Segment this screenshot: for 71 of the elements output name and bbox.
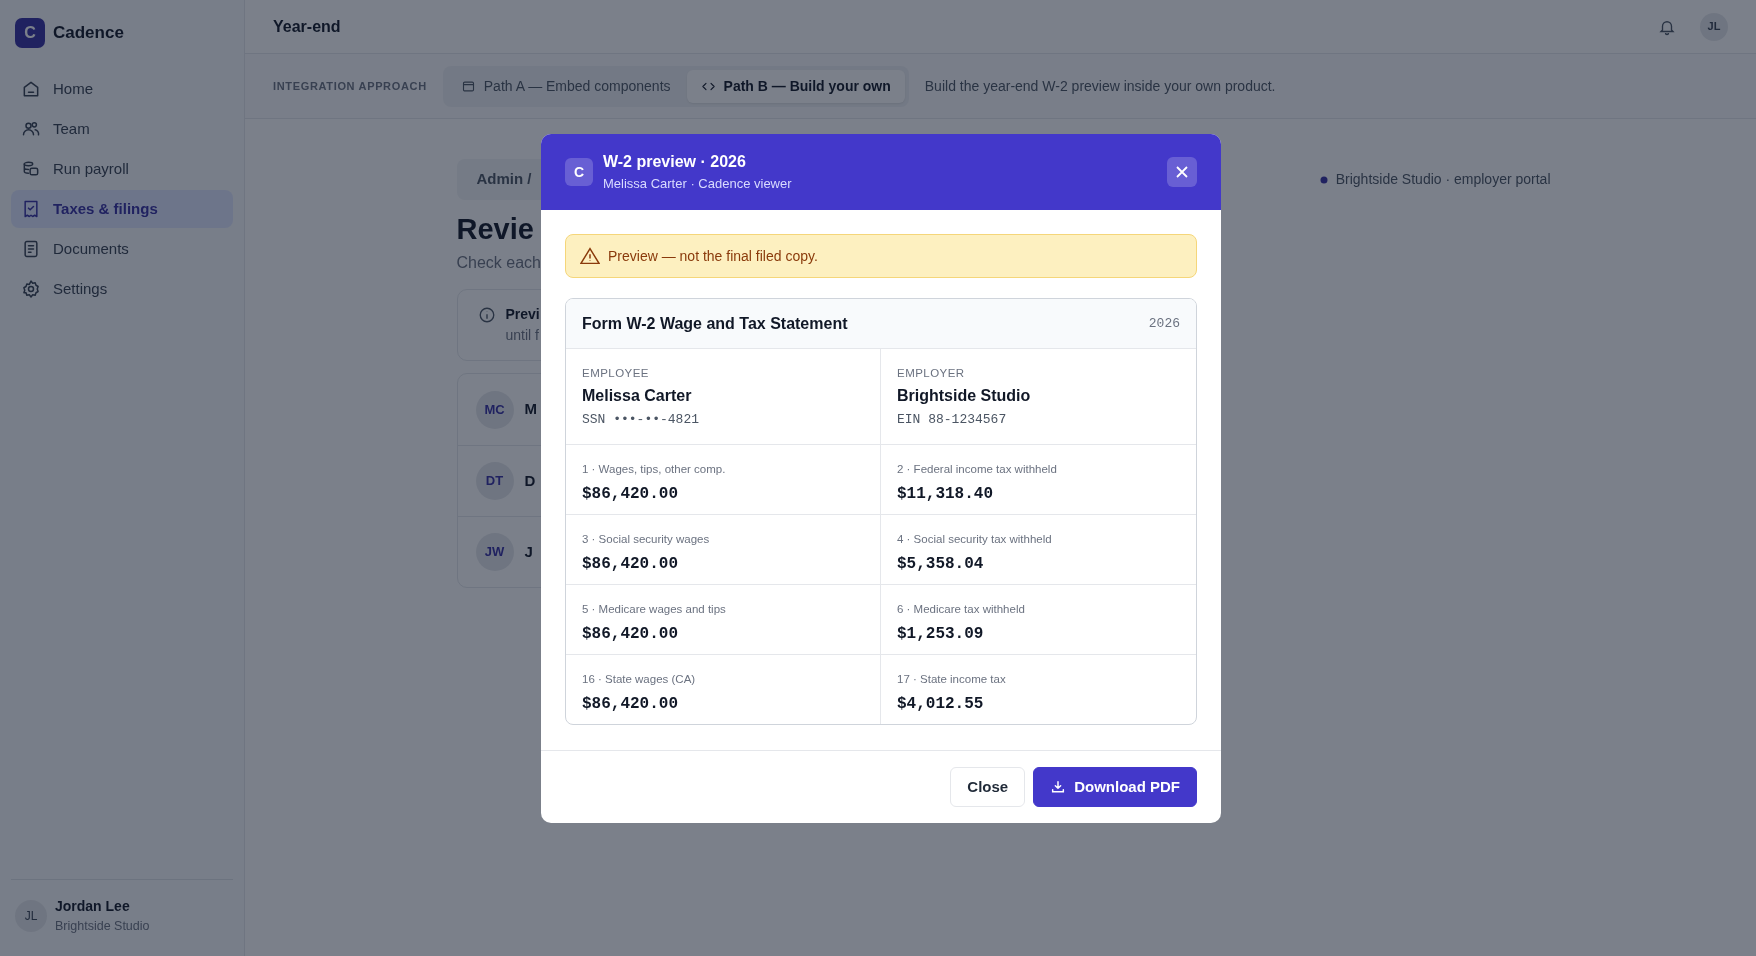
box-label: 16 · State wages (CA) <box>582 672 697 687</box>
receipt-check-icon <box>21 199 41 219</box>
user-avatar[interactable]: JL <box>15 900 47 933</box>
section-label: INTEGRATION APPROACH <box>273 78 427 94</box>
tax-id: EIN 88-1234567 <box>897 411 1008 430</box>
box-label: 3 · Social security wages <box>582 532 711 547</box>
box-label: 2 · Federal income tax withheld <box>897 462 1058 477</box>
party-name: Melissa Carter <box>582 386 693 407</box>
close-icon <box>1175 165 1189 179</box>
box-label: 4 · Social security tax withheld <box>897 532 1053 547</box>
download-button[interactable]: Download PDF <box>1033 767 1197 807</box>
box-label: 17 · State income tax <box>897 672 1007 687</box>
avatar: JW <box>475 533 514 571</box>
document-icon <box>21 239 41 259</box>
user-name: Jordan Lee <box>55 897 131 917</box>
employee-name[interactable]: J <box>524 540 533 564</box>
nav-item[interactable]: Settings <box>11 270 233 308</box>
amount: $5,358.04 <box>897 554 985 576</box>
gear-icon <box>21 279 41 299</box>
notice-text: until f <box>505 326 540 345</box>
user-org: Brightside Studio <box>55 918 150 936</box>
close-button[interactable]: Close <box>950 767 1026 807</box>
app-name: Cadence <box>53 22 124 45</box>
warning-icon <box>580 247 600 265</box>
field-label: EMPLOYEE <box>582 366 650 381</box>
close-button[interactable] <box>1167 157 1197 187</box>
amount: $4,012.55 <box>897 694 985 716</box>
logo: C <box>15 18 45 48</box>
modal-title: W-2 preview · 2026 <box>603 152 747 173</box>
segment-tab[interactable]: Path B — Build your own <box>686 69 905 103</box>
nav-item[interactable]: Documents <box>11 230 233 268</box>
warning-text: Preview — not the final filed copy. <box>608 246 818 266</box>
amount: $1,253.09 <box>897 624 985 646</box>
segment-tab[interactable]: Path A — Embed components <box>446 69 685 103</box>
tax-id: SSN •••-••-4821 <box>582 411 701 430</box>
amount: $11,318.40 <box>897 484 994 506</box>
avatar: MC <box>475 390 514 429</box>
employee-name[interactable]: D <box>524 469 536 493</box>
modal-subtitle: Melissa Carter · Cadence viewer <box>603 175 793 194</box>
amount: $86,420.00 <box>582 554 679 576</box>
avatar: DT <box>475 462 514 500</box>
description-text: Build the year-end W-2 preview inside your own product. <box>924 76 1276 96</box>
portal-label: Brightside Studio · employer portal <box>1335 170 1551 189</box>
notice-title: Previ <box>505 305 540 324</box>
employee-name[interactable]: M <box>524 398 537 421</box>
field-label: EMPLOYER <box>897 366 966 381</box>
form-year: 2026 <box>1148 314 1180 333</box>
page-heading: Revie <box>456 211 535 247</box>
box-label: 6 · Medicare tax withheld <box>897 602 1026 617</box>
page-subtitle: Check each <box>456 253 541 273</box>
nav-item[interactable]: Run payroll <box>11 150 233 188</box>
coins-icon <box>21 159 41 179</box>
people-icon <box>21 119 41 139</box>
page-title: Year-end <box>273 16 341 37</box>
nav-item[interactable]: Taxes & filings <box>11 190 233 228</box>
form-title: Form W-2 Wage and Tax Statement <box>582 313 848 334</box>
home-icon <box>21 79 41 99</box>
info-icon <box>477 306 496 324</box>
nav-item[interactable]: Home <box>11 70 233 108</box>
window-icon <box>460 78 476 94</box>
user-avatar[interactable]: JL <box>1700 12 1728 41</box>
box-label: 1 · Wages, tips, other comp. <box>582 462 727 477</box>
box-label: 5 · Medicare wages and tips <box>582 602 727 617</box>
nav-item[interactable]: Team <box>11 110 233 148</box>
download-icon <box>1050 779 1067 795</box>
logo: C <box>565 158 593 186</box>
status-dot-icon <box>1319 175 1328 184</box>
amount: $86,420.00 <box>582 484 679 506</box>
amount: $86,420.00 <box>582 694 679 716</box>
amount: $86,420.00 <box>582 624 679 646</box>
party-name: Brightside Studio <box>897 386 1032 407</box>
